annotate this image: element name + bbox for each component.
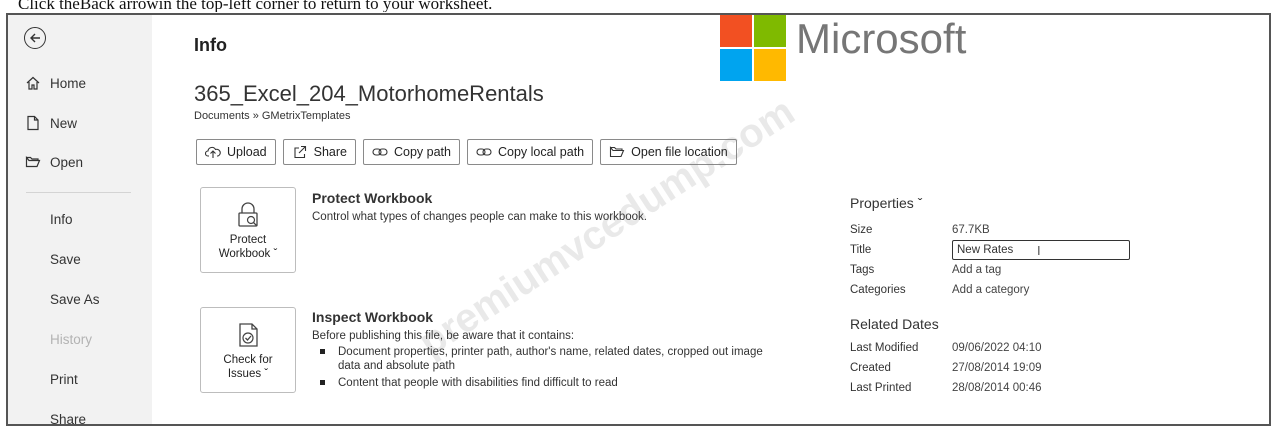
sidebar-item-label: Home <box>50 75 87 91</box>
new-file-icon <box>24 114 42 132</box>
inspect-workbook-title: Inspect Workbook <box>312 309 434 325</box>
last-modified-label: Last Modified <box>850 342 919 354</box>
inspect-button-line1: Check for <box>223 354 273 366</box>
created-value: 27/08/2014 19:09 <box>952 362 1042 374</box>
share-button[interactable]: Share <box>282 139 356 165</box>
copy-path-label: Copy path <box>393 145 451 159</box>
copy-local-path-button[interactable]: Copy local path <box>466 139 594 165</box>
date-row-last-modified: Last Modified 09/06/2022 04:10 <box>850 338 1269 358</box>
last-printed-label: Last Printed <box>850 382 912 394</box>
copy-local-path-label: Copy local path <box>497 145 585 159</box>
last-modified-value: 09/06/2022 04:10 <box>952 342 1042 354</box>
backstage-window: Home New Open Info Save Save As History <box>6 13 1271 426</box>
open-file-location-button[interactable]: Open file location <box>600 139 737 165</box>
categories-value[interactable]: Add a category <box>952 284 1029 296</box>
sidebar-item-label: History <box>50 331 93 347</box>
info-panel: Info 365_Excel_204_MotorhomeRentals Docu… <box>152 15 1269 424</box>
property-row-categories: Categories Add a category <box>850 280 1269 300</box>
sidebar-item-history: History <box>8 321 152 357</box>
open-file-location-label: Open file location <box>631 145 728 159</box>
title-label: Title <box>850 244 872 256</box>
tags-value[interactable]: Add a tag <box>952 264 1001 276</box>
title-value: New Rates <box>957 244 1014 256</box>
sidebar-item-label: Info <box>50 211 73 227</box>
sidebar-item-label: Print <box>50 371 78 387</box>
backstage-sidebar: Home New Open Info Save Save As History <box>8 15 152 424</box>
sidebar-item-label: New <box>50 115 78 131</box>
back-arrow-icon[interactable] <box>24 27 46 49</box>
sidebar-item-new[interactable]: New <box>8 105 152 141</box>
list-item: Content that people with disabilities fi… <box>312 376 772 390</box>
lock-document-icon <box>238 202 258 227</box>
link-icon <box>476 144 492 160</box>
protect-workbook-description: Control what types of changes people can… <box>312 211 647 223</box>
inspect-workbook-description: Before publishing this file, be aware th… <box>312 330 575 342</box>
date-row-last-printed: Last Printed 28/08/2014 00:46 <box>850 378 1269 398</box>
upload-icon <box>205 144 221 160</box>
sidebar-item-label: Save <box>50 251 81 267</box>
inspect-bullet-list: Document properties, printer path, autho… <box>312 345 772 393</box>
sidebar-item-home[interactable]: Home <box>8 65 152 101</box>
protect-workbook-title: Protect Workbook <box>312 190 433 206</box>
sidebar-item-open[interactable]: Open <box>8 144 152 180</box>
file-toolbar: Upload Share Copy path Copy local path O… <box>196 139 737 165</box>
share-label: Share <box>313 145 347 159</box>
properties-panel: Properties ˇ Size 67.7KB Title New Rates… <box>850 195 1269 398</box>
home-icon <box>24 74 42 92</box>
properties-heading[interactable]: Properties ˇ <box>850 195 1269 211</box>
inspect-document-icon <box>239 323 258 347</box>
property-row-title: Title New Rates I <box>850 240 1269 260</box>
tags-label: Tags <box>850 264 875 276</box>
sidebar-item-info[interactable]: Info <box>8 201 152 237</box>
page-title: Info <box>194 35 227 55</box>
upload-button[interactable]: Upload <box>196 139 276 165</box>
protect-workbook-button[interactable]: Protect Workbook ˇ <box>200 187 296 273</box>
inspect-button-line2: Issues ˇ <box>227 368 269 380</box>
folder-open-icon <box>609 144 625 160</box>
instruction-text: Click theBack arrowin the top-left corne… <box>18 0 493 12</box>
protect-button-line1: Protect <box>229 234 267 246</box>
size-value: 67.7KB <box>952 224 990 236</box>
sidebar-item-label: Open <box>50 154 84 170</box>
property-row-tags: Tags Add a tag <box>850 260 1269 280</box>
created-label: Created <box>850 362 891 374</box>
check-for-issues-button[interactable]: Check for Issues ˇ <box>200 307 296 393</box>
sidebar-item-save[interactable]: Save <box>8 241 152 277</box>
sidebar-item-label: Share <box>50 411 87 426</box>
sidebar-divider <box>26 192 131 193</box>
related-dates-heading: Related Dates <box>850 316 939 332</box>
property-row-size: Size 67.7KB <box>850 220 1269 240</box>
list-item: Document properties, printer path, autho… <box>312 345 772 373</box>
text-cursor-icon: I <box>1037 243 1041 258</box>
size-label: Size <box>850 224 873 236</box>
title-field[interactable]: New Rates I <box>952 240 1130 260</box>
protect-button-line2: Workbook ˇ <box>218 248 278 260</box>
copy-path-button[interactable]: Copy path <box>362 139 460 165</box>
link-icon <box>372 144 388 160</box>
sidebar-item-share[interactable]: Share <box>8 401 152 426</box>
sidebar-item-save-as[interactable]: Save As <box>8 281 152 317</box>
breadcrumb: Documents » GMetrixTemplates <box>194 110 351 122</box>
share-icon <box>292 144 308 160</box>
categories-label: Categories <box>850 284 906 296</box>
date-row-created: Created 27/08/2014 19:09 <box>850 358 1269 378</box>
file-name: 365_Excel_204_MotorhomeRentals <box>194 81 544 106</box>
sidebar-item-label: Save As <box>50 291 100 307</box>
last-printed-value: 28/08/2014 00:46 <box>952 382 1042 394</box>
folder-open-icon <box>24 153 42 171</box>
sidebar-item-print[interactable]: Print <box>8 361 152 397</box>
upload-label: Upload <box>227 145 267 159</box>
